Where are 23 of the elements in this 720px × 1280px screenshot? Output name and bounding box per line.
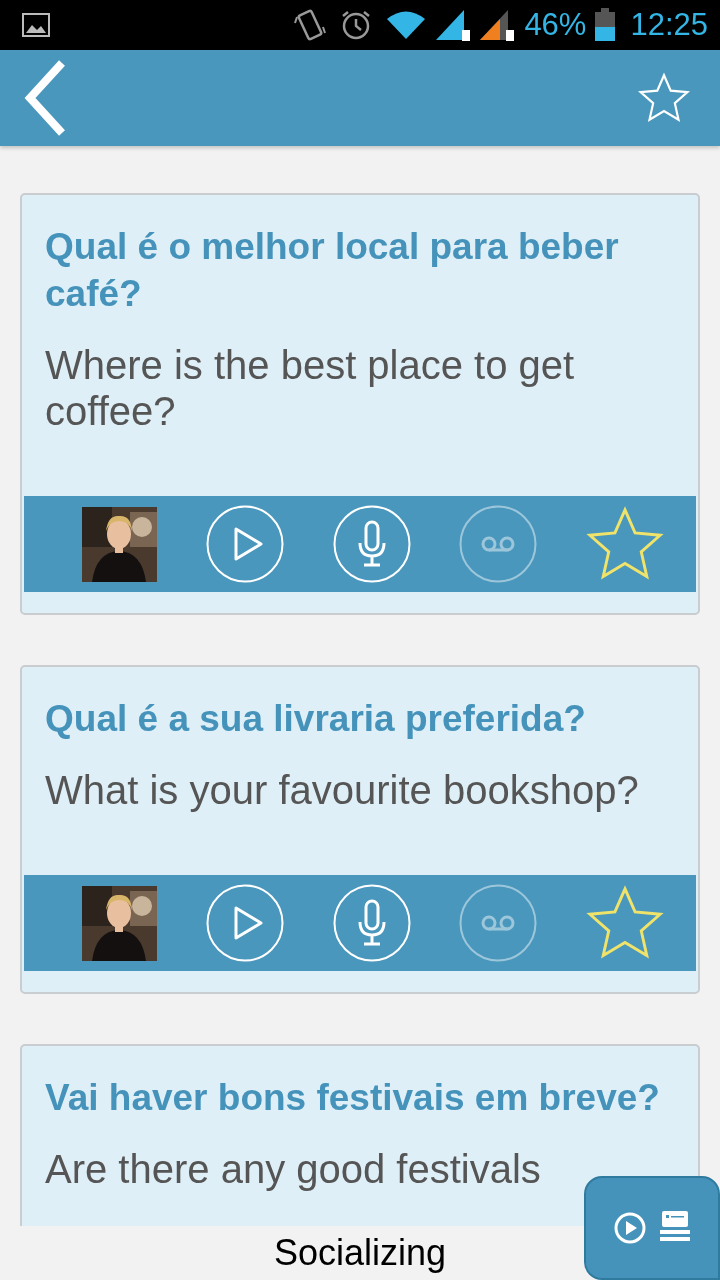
clock-time: 12:25	[630, 7, 708, 43]
play-button[interactable]	[205, 884, 284, 962]
favorite-button[interactable]	[638, 72, 690, 124]
phrase-translation: Where is the best place to get coffee?	[44, 342, 576, 434]
play-icon	[614, 1212, 646, 1244]
wifi-icon	[386, 10, 427, 40]
phrase-translation: What is your favourite bookshop?	[44, 767, 640, 813]
play-button[interactable]	[205, 505, 284, 583]
record-button[interactable]	[332, 884, 411, 962]
signal-icon	[434, 8, 473, 42]
battery-percentage: 46%	[524, 7, 587, 43]
signal-icon	[478, 8, 517, 42]
playlist-button[interactable]	[584, 1176, 720, 1280]
image-icon	[22, 13, 50, 37]
category-label: Socializing	[272, 1231, 448, 1275]
vibrate-icon	[294, 7, 327, 43]
phrase-title: Vai haver bons festivais em breve?	[44, 1076, 661, 1120]
battery-icon	[594, 8, 617, 42]
phrase-title: Qual é a sua livraria preferida?	[44, 697, 587, 741]
back-button[interactable]	[24, 59, 68, 137]
phrase-translation: Are there any good festivals	[44, 1146, 542, 1193]
phrase-title: Qual é o melhor local para beber café?	[44, 225, 620, 316]
record-button[interactable]	[332, 505, 411, 583]
